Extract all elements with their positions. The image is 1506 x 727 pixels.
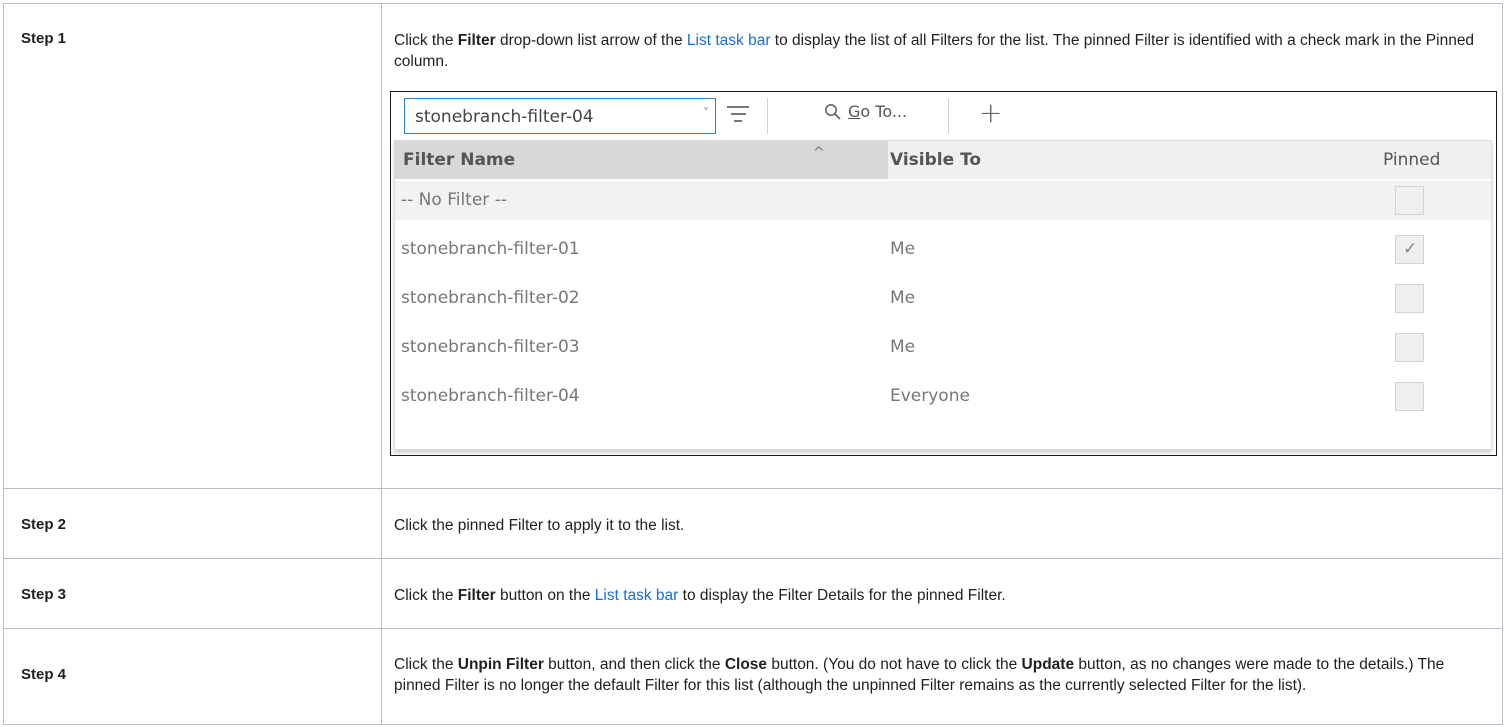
step-row: Step 3 Click the Filter button on the Li… xyxy=(3,558,1503,629)
filter-name: stonebranch-filter-04 xyxy=(401,386,580,406)
step-description: Click the pinned Filter to apply it to t… xyxy=(382,489,1502,536)
pinned-checkbox[interactable] xyxy=(1395,284,1424,313)
add-icon[interactable]: + xyxy=(979,96,1002,129)
step-row: Step 1 Click the Filter drop-down list a… xyxy=(3,3,1503,489)
step-description-cell: Click the Filter button on the List task… xyxy=(381,558,1503,629)
filter-list-item[interactable]: -- No Filter -- xyxy=(395,181,1491,220)
filter-dropdown-list: Filter Name ^ Visible To Pinned -- No Fi… xyxy=(394,140,1492,450)
filter-visible-to: Me xyxy=(890,337,916,357)
description-text: button. (You do not have to click the xyxy=(767,656,1022,673)
filter-list-screenshot: stonebranch-filter-04 ˅ Go To... + Filte… xyxy=(390,91,1497,456)
step-description-cell: Click the Unpin Filter button, and then … xyxy=(381,628,1503,725)
filter-visible-to: Everyone xyxy=(890,386,970,406)
description-text: Click the xyxy=(394,32,458,49)
step-description-cell: Click the pinned Filter to apply it to t… xyxy=(381,488,1503,559)
step-row: Step 4 Click the Unpin Filter button, an… xyxy=(3,628,1503,725)
filter-name: -- No Filter -- xyxy=(401,190,507,210)
step-label: Step 4 xyxy=(21,666,67,683)
go-to-label: Go To... xyxy=(848,102,908,121)
bold-term: Filter xyxy=(457,587,496,604)
filter-dropdown-value: stonebranch-filter-04 xyxy=(415,107,594,127)
steps-table: Step 1 Click the Filter drop-down list a… xyxy=(3,3,1503,725)
toolbar-divider xyxy=(948,98,949,134)
chevron-down-icon[interactable]: ˅ xyxy=(703,106,709,120)
go-to-button[interactable]: Go To... xyxy=(824,102,907,121)
step-label-cell: Step 4 xyxy=(3,628,382,725)
filter-list-item[interactable]: stonebranch-filter-02 Me xyxy=(395,279,1491,318)
filter-dropdown[interactable]: stonebranch-filter-04 ˅ xyxy=(404,98,716,134)
step-label-cell: Step 2 xyxy=(3,488,382,559)
description-text: Click the xyxy=(394,587,458,604)
description-text: Click the pinned Filter to apply it to t… xyxy=(394,517,685,534)
column-header-filter-name[interactable]: Filter Name xyxy=(403,150,515,170)
filter-list-item[interactable]: stonebranch-filter-04 Everyone xyxy=(395,377,1491,416)
bold-term: Filter xyxy=(457,32,496,49)
pinned-checkbox[interactable] xyxy=(1395,333,1424,362)
sort-ascending-icon[interactable]: ^ xyxy=(813,145,825,161)
step-row: Step 2 Click the pinned Filter to apply … xyxy=(3,488,1503,559)
filter-icon[interactable] xyxy=(727,106,749,127)
filter-name: stonebranch-filter-01 xyxy=(401,239,580,259)
description-text: to display the Filter Details for the pi… xyxy=(678,587,1006,604)
description-text: Click the xyxy=(394,656,458,673)
pinned-checkbox[interactable] xyxy=(1395,186,1424,215)
step-description: Click the Filter button on the List task… xyxy=(382,559,1502,606)
step-description: Click the Filter drop-down list arrow of… xyxy=(382,4,1502,72)
list-task-bar-link[interactable]: List task bar xyxy=(687,32,771,49)
filter-list-item[interactable]: stonebranch-filter-03 Me xyxy=(395,328,1491,367)
bold-term: Update xyxy=(1021,656,1075,673)
list-task-bar: stonebranch-filter-04 ˅ Go To... + xyxy=(391,92,1496,140)
bold-term: Close xyxy=(724,656,768,673)
step-label-cell: Step 1 xyxy=(3,3,382,489)
filter-visible-to: Me xyxy=(890,239,916,259)
filter-name: stonebranch-filter-02 xyxy=(401,288,580,308)
check-mark-icon: ✓ xyxy=(1403,239,1418,259)
list-task-bar-link[interactable]: List task bar xyxy=(595,587,679,604)
filter-list-header: Filter Name ^ Visible To Pinned xyxy=(395,141,1491,179)
filter-name: stonebranch-filter-03 xyxy=(401,337,580,357)
column-header-visible-to[interactable]: Visible To xyxy=(890,150,981,170)
filter-list-item[interactable]: stonebranch-filter-01 Me ✓ xyxy=(395,230,1491,269)
step-label: Step 2 xyxy=(21,516,67,533)
description-text: button, and then click the xyxy=(543,656,725,673)
step-description: Click the Unpin Filter button, and then … xyxy=(382,629,1502,696)
toolbar-divider xyxy=(767,98,768,134)
step-label: Step 1 xyxy=(21,30,67,47)
step-label: Step 3 xyxy=(21,586,67,603)
column-header-pinned[interactable]: Pinned xyxy=(1383,150,1440,170)
pinned-checkbox[interactable]: ✓ xyxy=(1395,235,1424,264)
search-icon xyxy=(825,103,841,120)
step-label-cell: Step 3 xyxy=(3,558,382,629)
description-text: button on the xyxy=(495,587,595,604)
bold-term: Unpin Filter xyxy=(457,656,544,673)
description-text: drop-down list arrow of the xyxy=(495,32,687,49)
filter-visible-to: Me xyxy=(890,288,916,308)
pinned-checkbox[interactable] xyxy=(1395,382,1424,411)
step-description-cell: Click the Filter drop-down list arrow of… xyxy=(381,3,1503,489)
